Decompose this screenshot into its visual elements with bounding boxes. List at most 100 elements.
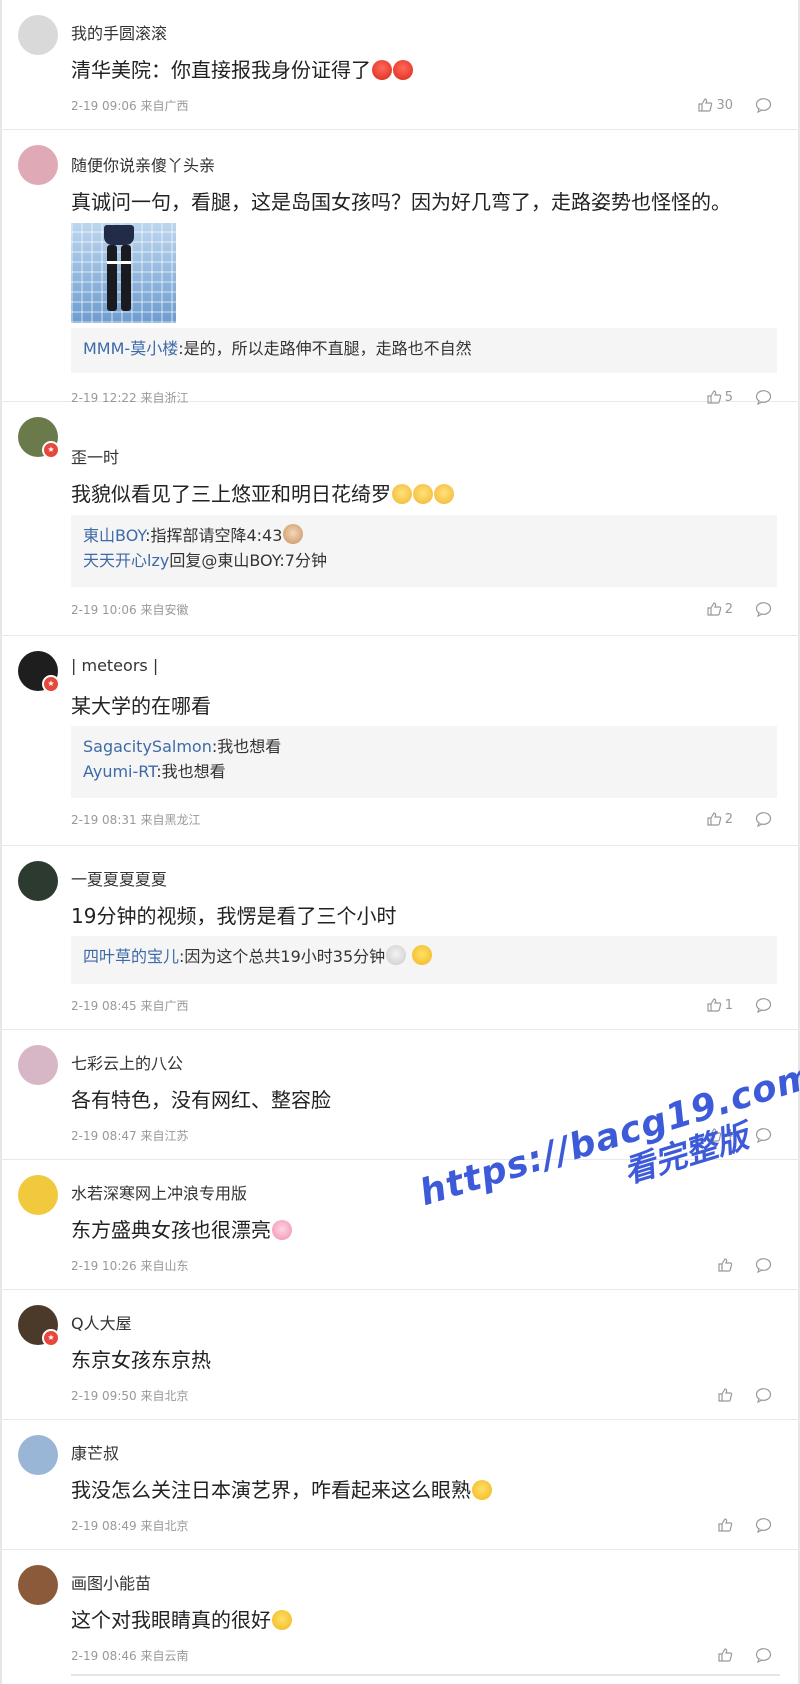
comment-meta: 2-19 09:06 来自广西 <box>71 99 189 113</box>
avatar[interactable] <box>18 15 58 55</box>
avatar[interactable] <box>18 861 58 901</box>
comment-item: 康芒叔 我没怎么关注日本演艺界，咋看起来这么眼熟 2-19 08:49 来自北京 <box>0 1420 800 1550</box>
like-button[interactable] <box>717 1257 733 1273</box>
avatar-image <box>18 145 58 185</box>
comment-actions: 2 <box>706 599 772 619</box>
thumbs-up-icon <box>718 1258 733 1272</box>
comment-bubble-icon[interactable] <box>755 1647 772 1663</box>
comment-bubble-icon[interactable] <box>755 997 772 1013</box>
reply-box[interactable]: MMM-莫小楼:是的，所以走路伸不直腿，走路也不自然 <box>71 328 777 373</box>
reply-username[interactable]: Ayumi-RT <box>83 762 156 781</box>
like-button[interactable]: 30 <box>697 97 733 113</box>
comment-meta: 2-19 09:50 来自北京 <box>71 1389 189 1403</box>
emoji-icon <box>413 484 433 504</box>
avatar-image <box>18 1175 58 1215</box>
comment-meta: 2-19 08:45 来自广西 <box>71 999 189 1013</box>
like-button[interactable] <box>717 1517 733 1533</box>
avatar-image <box>18 1565 58 1605</box>
like-count: 1 <box>724 997 733 1013</box>
comment-text: 我貌似看见了三上悠亚和明日花绮罗 <box>71 478 454 507</box>
comment-item: ★ 歪一时 我貌似看见了三上悠亚和明日花绮罗 東山BOY:指挥部请空降4:43 … <box>0 402 800 636</box>
comment-username[interactable]: 我的手圆滚滚 <box>71 20 167 44</box>
reply-line: 東山BOY:指挥部请空降4:43 <box>83 523 765 548</box>
avatar[interactable] <box>18 145 58 185</box>
reply-username[interactable]: 天天开心lzy <box>83 551 169 570</box>
comment-actions: 1 <box>706 995 772 1015</box>
comment-item: 水若深寒网上冲浪专用版 东方盛典女孩也很漂亮 2-19 10:26 来自山东 <box>0 1160 800 1290</box>
avatar[interactable] <box>18 1175 58 1215</box>
reply-line: 天天开心lzy回复@東山BOY:7分钟 <box>83 548 765 573</box>
comment-actions: 30 <box>697 95 772 115</box>
like-count: 2 <box>724 811 733 827</box>
comment-username[interactable]: | meteors | <box>71 656 158 675</box>
comment-text: 清华美院：你直接报我身份证得了 <box>71 54 413 83</box>
reply-username[interactable]: SagacitySalmon <box>83 737 212 756</box>
reply-box[interactable]: 四叶草的宝儿:因为这个总共19小时35分钟 <box>71 936 777 984</box>
comment-bubble-icon[interactable] <box>755 601 772 617</box>
comment-text: 各有特色，没有网红、整容脸 <box>71 1084 331 1113</box>
emoji-icon <box>272 1220 292 1240</box>
verified-badge-icon: ★ <box>42 675 60 693</box>
comment-username[interactable]: 一夏夏夏夏夏 <box>71 866 167 890</box>
thumbs-up-icon <box>718 1388 733 1402</box>
avatar[interactable] <box>18 1045 58 1085</box>
emoji-icon <box>392 484 412 504</box>
bottom-divider <box>71 1674 780 1676</box>
comment-username[interactable]: 康芒叔 <box>71 1440 119 1464</box>
thumbs-up-icon <box>707 812 721 826</box>
avatar-image <box>18 1435 58 1475</box>
avatar[interactable] <box>18 1565 58 1605</box>
comment-meta: 2-19 08:46 来自云南 <box>71 1649 189 1663</box>
like-button[interactable]: 1 <box>706 997 733 1013</box>
reply-text: :指挥部请空降4:43 <box>145 526 283 545</box>
comment-bubble-icon[interactable] <box>755 1257 772 1273</box>
thumbs-up-icon <box>718 1518 733 1532</box>
avatar[interactable]: ★ <box>18 651 60 693</box>
comment-text: 这个对我眼睛真的很好 <box>71 1604 292 1633</box>
emoji-icon <box>434 484 454 504</box>
reply-box[interactable]: 東山BOY:指挥部请空降4:43 天天开心lzy回复@東山BOY:7分钟 <box>71 515 777 587</box>
like-button[interactable] <box>717 1387 733 1403</box>
comment-username[interactable]: Q人大屋 <box>71 1310 132 1334</box>
comment-username[interactable]: 随便你说亲傻丫头亲 <box>71 152 215 176</box>
emoji-icon <box>472 1480 492 1500</box>
reply-box[interactable]: SagacitySalmon:我也想看 Ayumi-RT:我也想看 <box>71 726 777 798</box>
comment-actions <box>717 1385 772 1405</box>
like-button[interactable] <box>717 1647 733 1663</box>
comment-text: 东方盛典女孩也很漂亮 <box>71 1214 292 1243</box>
image-figure-leg <box>107 245 117 311</box>
comment-text: 东京女孩东京热 <box>71 1344 211 1373</box>
comment-item: 我的手圆滚滚 清华美院：你直接报我身份证得了 2-19 09:06 来自广西 3… <box>0 0 800 130</box>
comment-image[interactable] <box>71 223 176 323</box>
emoji-icon <box>412 945 433 965</box>
comment-bubble-icon[interactable] <box>755 1387 772 1403</box>
avatar[interactable] <box>18 1435 58 1475</box>
comment-text-content: 清华美院：你直接报我身份证得了 <box>71 58 371 82</box>
thumbs-up-icon <box>698 98 713 112</box>
comment-username[interactable]: 七彩云上的八公 <box>71 1050 183 1074</box>
comment-bubble-icon[interactable] <box>755 1517 772 1533</box>
comment-bubble-icon[interactable] <box>755 811 772 827</box>
reply-username[interactable]: MMM-莫小楼 <box>83 339 178 358</box>
like-button[interactable]: 2 <box>706 601 733 617</box>
comment-meta: 2-19 10:26 来自山东 <box>71 1259 189 1273</box>
comment-text-content: 东方盛典女孩也很漂亮 <box>71 1218 271 1242</box>
comment-username[interactable]: 水若深寒网上冲浪专用版 <box>71 1180 247 1204</box>
like-button[interactable]: 2 <box>706 811 733 827</box>
thumbs-up-icon <box>707 998 721 1012</box>
comment-bubble-icon[interactable] <box>755 97 772 113</box>
comment-text-content: 东京女孩东京热 <box>71 1348 211 1372</box>
reply-username[interactable]: 四叶草的宝儿 <box>83 947 179 966</box>
comment-username[interactable]: 歪一时 <box>71 444 119 468</box>
image-figure-leg <box>121 245 131 311</box>
avatar[interactable]: ★ <box>18 1305 60 1347</box>
reply-text: :因为这个总共19小时35分钟 <box>179 947 386 966</box>
image-figure-skirt <box>104 225 134 245</box>
avatar[interactable]: ★ <box>18 417 60 459</box>
comment-username[interactable]: 画图小能苗 <box>71 1570 151 1594</box>
thumbs-up-icon <box>718 1648 733 1662</box>
reply-username[interactable]: 東山BOY <box>83 526 145 545</box>
comment-meta: 2-19 08:31 来自黑龙江 <box>71 813 201 827</box>
comment-text-content: 某大学的在哪看 <box>71 694 211 718</box>
emoji-icon <box>272 1610 292 1630</box>
